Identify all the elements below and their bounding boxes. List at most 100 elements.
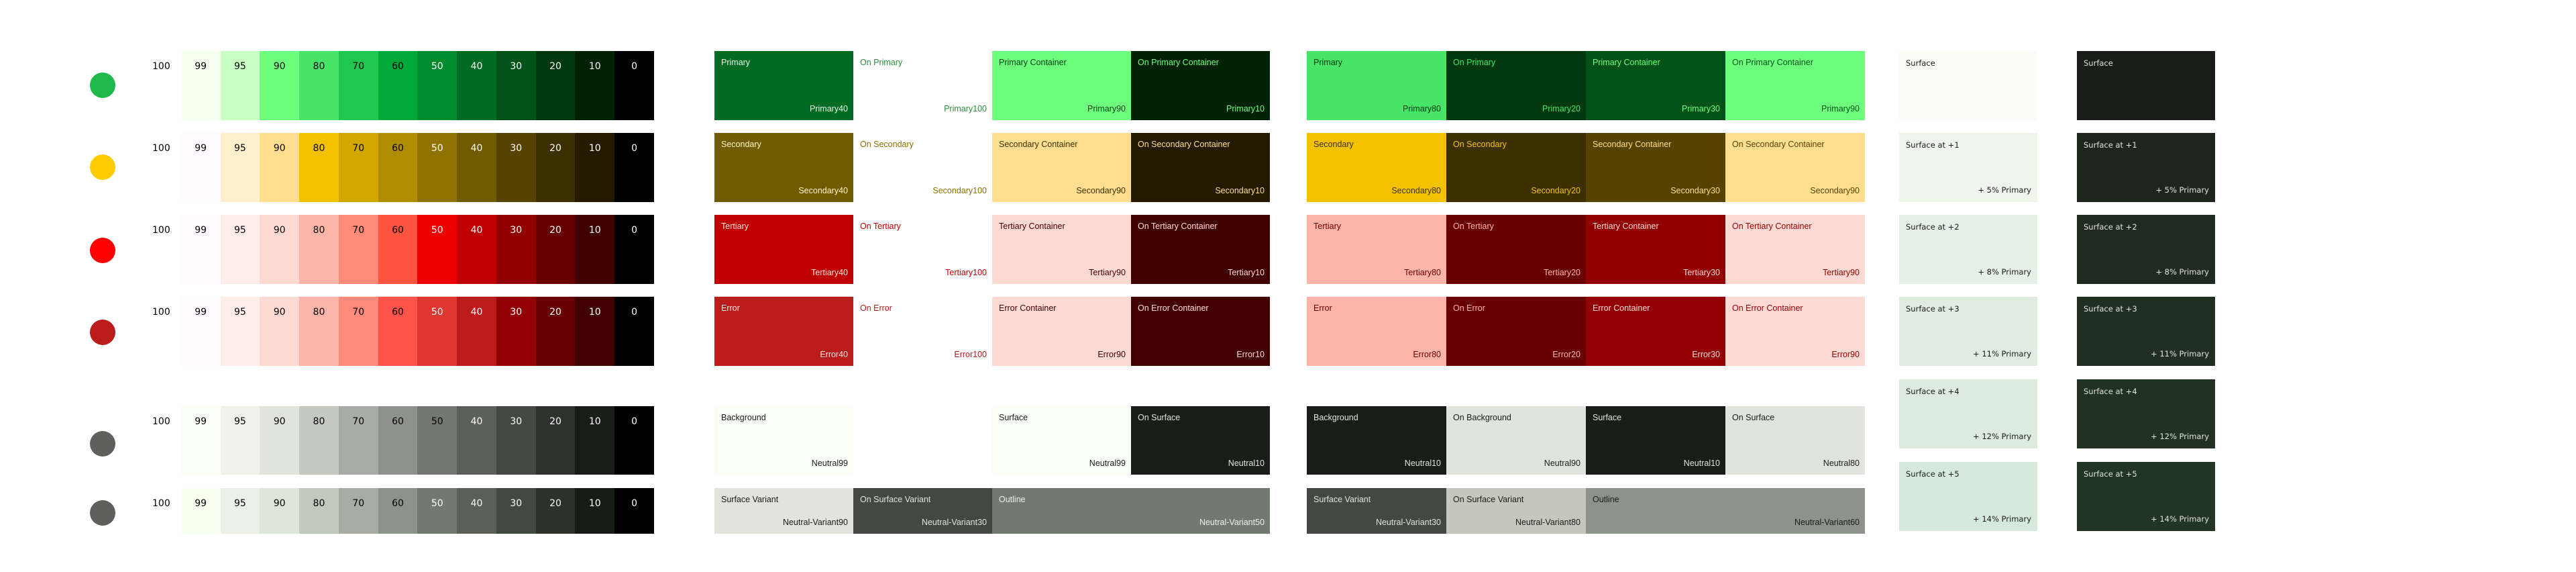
role-tile[interactable]: On Tertiary Container Tertiary10 <box>1131 215 1270 284</box>
tone-swatch[interactable]: 10 <box>575 488 615 534</box>
role-tile[interactable]: On Tertiary Tertiary20 <box>1446 215 1586 284</box>
surface-elevation-tile[interactable]: Surface at +3 + 11% Primary <box>2077 297 2215 366</box>
surface-elevation-tile[interactable]: Surface at +5 + 14% Primary <box>2077 462 2215 531</box>
role-tile[interactable]: Surface Neutral10 <box>1586 406 1725 475</box>
surface-elevation-tile[interactable]: Surface at +1 + 5% Primary <box>1899 133 2037 202</box>
surface-elevation-tile[interactable]: Surface <box>1899 51 2037 120</box>
tone-swatch[interactable]: 40 <box>457 297 496 366</box>
tone-swatch[interactable]: 50 <box>417 488 458 534</box>
role-tile[interactable]: On Error Container Error90 <box>1725 297 1865 366</box>
tone-swatch[interactable]: 20 <box>535 51 576 120</box>
tone-swatch[interactable]: 50 <box>417 406 458 475</box>
role-tile[interactable]: Secondary Container Secondary90 <box>992 133 1131 202</box>
tone-swatch[interactable]: 95 <box>220 297 260 366</box>
tone-swatch[interactable]: 80 <box>299 133 339 202</box>
tone-swatch[interactable]: 60 <box>378 488 418 534</box>
tone-swatch[interactable]: 80 <box>299 215 339 284</box>
tone-swatch[interactable]: 60 <box>378 406 418 475</box>
role-tile[interactable]: Surface Variant Neutral-Variant90 <box>714 488 853 534</box>
role-tile[interactable]: Background Neutral99 <box>714 406 853 475</box>
tone-swatch[interactable]: 70 <box>338 51 378 120</box>
tone-swatch[interactable]: 10 <box>575 133 615 202</box>
tone-swatch[interactable]: 30 <box>496 406 536 475</box>
role-tile[interactable]: On Tertiary Container Tertiary90 <box>1725 215 1865 284</box>
tone-swatch[interactable]: 70 <box>338 133 378 202</box>
tone-swatch[interactable]: 60 <box>378 51 418 120</box>
tone-swatch[interactable]: 40 <box>457 406 496 475</box>
role-tile[interactable]: Primary Container Primary90 <box>992 51 1131 120</box>
tone-swatch[interactable]: 100 <box>142 215 181 284</box>
tone-swatch[interactable]: 0 <box>614 406 654 475</box>
tone-swatch[interactable]: 30 <box>496 488 536 534</box>
tone-swatch[interactable]: 99 <box>180 133 221 202</box>
role-tile[interactable]: Secondary Container Secondary30 <box>1586 133 1725 202</box>
role-tile[interactable]: On Primary Primary20 <box>1446 51 1586 120</box>
tone-swatch[interactable]: 100 <box>142 133 181 202</box>
role-tile[interactable]: On Surface Neutral10 <box>1131 406 1270 475</box>
role-tile[interactable]: On Secondary Secondary20 <box>1446 133 1586 202</box>
role-tile[interactable]: Error Container Error90 <box>992 297 1131 366</box>
tone-swatch[interactable]: 90 <box>260 406 300 475</box>
role-tile[interactable]: On Background Neutral90 <box>1446 406 1586 475</box>
tone-swatch[interactable]: 10 <box>575 215 615 284</box>
role-tile[interactable]: Background Neutral10 <box>1307 406 1446 475</box>
role-tile[interactable]: On Error Container Error10 <box>1131 297 1270 366</box>
tone-swatch[interactable]: 95 <box>220 488 260 534</box>
tone-swatch[interactable]: 95 <box>220 215 260 284</box>
role-tile[interactable]: Tertiary Tertiary40 <box>714 215 853 284</box>
role-tile[interactable]: On Primary Container Primary10 <box>1131 51 1270 120</box>
tone-swatch[interactable]: 70 <box>338 297 378 366</box>
tone-swatch[interactable]: 99 <box>180 406 221 475</box>
tone-swatch[interactable]: 20 <box>535 488 576 534</box>
role-tile[interactable]: Tertiary Container Tertiary90 <box>992 215 1131 284</box>
role-tile[interactable]: Secondary Secondary80 <box>1307 133 1446 202</box>
tone-swatch[interactable]: 70 <box>338 215 378 284</box>
tone-swatch[interactable]: 95 <box>220 51 260 120</box>
role-tile[interactable]: On Primary Container Primary90 <box>1725 51 1865 120</box>
tone-swatch[interactable]: 10 <box>575 51 615 120</box>
tone-swatch[interactable]: 0 <box>614 488 654 534</box>
tone-swatch[interactable]: 50 <box>417 51 458 120</box>
tone-swatch[interactable]: 90 <box>260 488 300 534</box>
tone-swatch[interactable]: 80 <box>299 297 339 366</box>
role-tile[interactable] <box>853 406 992 475</box>
tone-swatch[interactable]: 60 <box>378 215 418 284</box>
tone-swatch[interactable]: 90 <box>260 133 300 202</box>
tone-swatch[interactable]: 90 <box>260 297 300 366</box>
tone-swatch[interactable]: 60 <box>378 133 418 202</box>
tone-swatch[interactable]: 80 <box>299 488 339 534</box>
role-tile[interactable]: Primary Primary40 <box>714 51 853 120</box>
tone-swatch[interactable]: 30 <box>496 133 536 202</box>
role-tile[interactable]: Outline Neutral-Variant60 <box>1586 488 1865 534</box>
role-tile[interactable]: On Secondary Container Secondary10 <box>1131 133 1270 202</box>
role-tile[interactable]: Primary Container Primary30 <box>1586 51 1725 120</box>
role-tile[interactable]: On Error Error20 <box>1446 297 1586 366</box>
role-tile[interactable]: On Secondary Container Secondary90 <box>1725 133 1865 202</box>
tone-swatch[interactable]: 70 <box>338 488 378 534</box>
role-tile[interactable]: On Surface Variant Neutral-Variant80 <box>1446 488 1586 534</box>
surface-elevation-tile[interactable]: Surface at +4 + 12% Primary <box>2077 379 2215 448</box>
role-tile[interactable]: On Surface Neutral80 <box>1725 406 1865 475</box>
tone-swatch[interactable]: 90 <box>260 215 300 284</box>
role-tile[interactable]: Outline Neutral-Variant50 <box>992 488 1270 534</box>
tone-swatch[interactable]: 0 <box>614 51 654 120</box>
tone-swatch[interactable]: 99 <box>180 297 221 366</box>
tone-swatch[interactable]: 100 <box>142 51 181 120</box>
role-tile[interactable]: On Primary Primary100 <box>853 51 992 120</box>
tone-swatch[interactable]: 10 <box>575 406 615 475</box>
role-tile[interactable]: Surface Variant Neutral-Variant30 <box>1307 488 1446 534</box>
tone-swatch[interactable]: 40 <box>457 488 496 534</box>
tone-swatch[interactable]: 80 <box>299 51 339 120</box>
tone-swatch[interactable]: 99 <box>180 488 221 534</box>
tone-swatch[interactable]: 30 <box>496 215 536 284</box>
tone-swatch[interactable]: 100 <box>142 488 181 534</box>
tone-swatch[interactable]: 20 <box>535 406 576 475</box>
tone-swatch[interactable]: 40 <box>457 215 496 284</box>
surface-elevation-tile[interactable]: Surface at +5 + 14% Primary <box>1899 462 2037 531</box>
surface-elevation-tile[interactable]: Surface <box>2077 51 2215 120</box>
tone-swatch[interactable]: 50 <box>417 133 458 202</box>
tone-swatch[interactable]: 10 <box>575 297 615 366</box>
role-tile[interactable]: Secondary Secondary40 <box>714 133 853 202</box>
tone-swatch[interactable]: 99 <box>180 215 221 284</box>
tone-swatch[interactable]: 95 <box>220 406 260 475</box>
